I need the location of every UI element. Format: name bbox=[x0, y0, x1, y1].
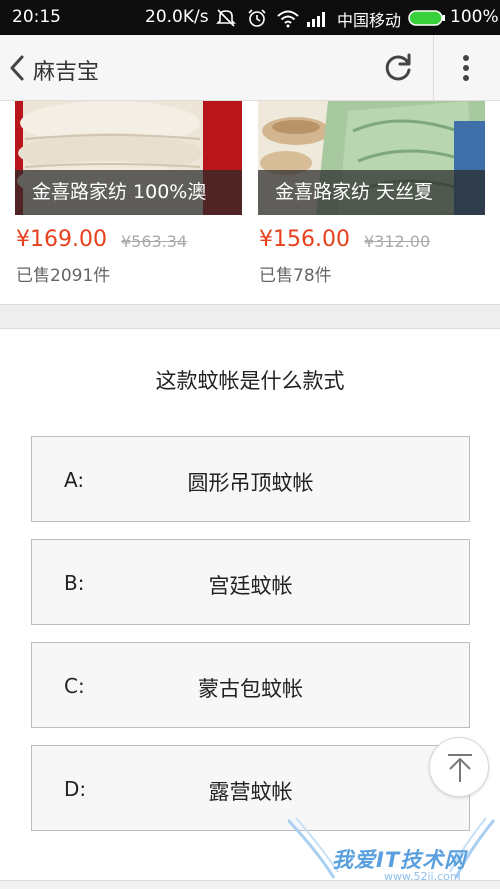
watermark: 我爱IT技术网 www.52ij.com bbox=[288, 812, 496, 886]
product-sold-count: 已售2091件 bbox=[16, 266, 111, 286]
product-caption: 金喜路家纺 100%澳 bbox=[15, 170, 242, 215]
bottom-divider bbox=[0, 880, 500, 889]
battery-percent: 100% bbox=[450, 7, 499, 27]
wifi-icon bbox=[277, 10, 299, 28]
status-bar: 20:15 20.0K/s 中国移动 100% bbox=[0, 0, 500, 35]
quiz-question: 这款蚊帐是什么款式 bbox=[155, 369, 345, 393]
quiz-option-a[interactable]: A: 圆形吊顶蚊帐 bbox=[31, 436, 470, 522]
product-price: ¥156.00 bbox=[259, 227, 350, 252]
product-sold-count: 已售78件 bbox=[259, 266, 332, 286]
product-price: ¥169.00 bbox=[16, 227, 107, 252]
more-icon[interactable] bbox=[452, 52, 480, 84]
battery-icon bbox=[408, 10, 445, 26]
scroll-to-top-button[interactable] bbox=[429, 737, 489, 797]
app-header: 麻吉宝 bbox=[0, 35, 500, 101]
back-icon[interactable] bbox=[6, 54, 28, 82]
option-text: 宫廷蚊帐 bbox=[208, 574, 293, 598]
quiz-option-c[interactable]: C: 蒙古包蚊帐 bbox=[31, 642, 470, 728]
status-time: 20:15 bbox=[12, 7, 61, 27]
page-title: 麻吉宝 bbox=[33, 60, 100, 85]
header-divider bbox=[433, 35, 434, 101]
section-divider bbox=[0, 304, 500, 329]
product-original-price: ¥312.00 bbox=[364, 232, 431, 251]
network-speed: 20.0K/s bbox=[145, 7, 209, 27]
option-text: 蒙古包蚊帐 bbox=[198, 677, 303, 701]
alarm-icon bbox=[248, 9, 266, 27]
refresh-icon[interactable] bbox=[382, 52, 414, 84]
product-image[interactable]: 金喜路家纺 100%澳 bbox=[15, 101, 242, 215]
product-original-price: ¥563.34 bbox=[121, 232, 188, 251]
mute-icon bbox=[216, 9, 236, 27]
signal-icon bbox=[307, 12, 325, 27]
quiz-option-b[interactable]: B: 宫廷蚊帐 bbox=[31, 539, 470, 625]
option-text: 露营蚊帐 bbox=[208, 780, 293, 804]
arrow-up-icon bbox=[448, 754, 472, 782]
product-image[interactable]: 金喜路家纺 天丝夏 bbox=[258, 101, 485, 215]
option-text: 圆形吊顶蚊帐 bbox=[187, 471, 314, 495]
product-caption: 金喜路家纺 天丝夏 bbox=[258, 170, 485, 215]
carrier-name: 中国移动 bbox=[337, 11, 402, 30]
